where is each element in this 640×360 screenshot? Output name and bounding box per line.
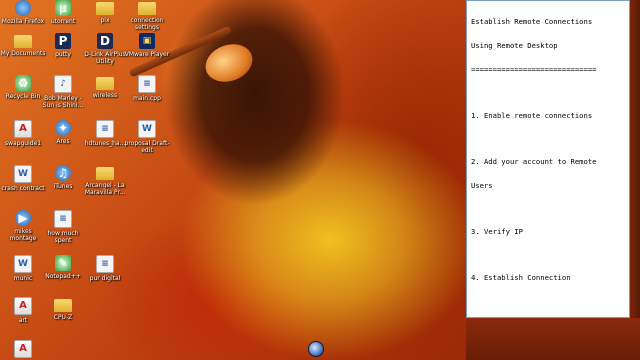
desktop-icon-pdf[interactable]: A: [0, 340, 46, 360]
word-doc-icon: W: [14, 255, 32, 273]
ares-icon: ✦: [55, 120, 71, 136]
desktop-icon-label: D-Link AirPlus Utility: [84, 51, 126, 65]
notepad-line: =============================: [471, 65, 597, 74]
pdf-icon: A: [14, 340, 32, 358]
desktop-icon-label: Arcangel - La Maravilla Pr...: [84, 182, 126, 196]
desktop-icon-ares[interactable]: ✦ Ares: [40, 120, 86, 145]
audio-file-icon: ♪: [54, 75, 72, 93]
notepad-blank-line: [471, 90, 625, 96]
desktop-icon-bob-marley[interactable]: ♪ Bob Marley - Sun is Shini...: [40, 75, 86, 109]
desktop-icon-main-cpp[interactable]: ≡ main.cpp: [124, 75, 170, 102]
desktop-icon-label: how much spent: [47, 230, 79, 244]
folder-icon: [96, 2, 114, 15]
word-doc-icon: W: [14, 165, 32, 183]
word-doc-icon: W: [138, 120, 156, 138]
desktop-icon-label: Ares: [56, 138, 70, 145]
itunes-icon: ♫: [55, 165, 71, 181]
text-file-icon: ≡: [54, 210, 72, 228]
folder-icon: [54, 299, 72, 312]
desktop-icon-vmware-player[interactable]: ▣ VMware Player: [124, 33, 170, 58]
desktop-icon-dlink[interactable]: D D-Link AirPlus Utility: [82, 33, 128, 65]
window-border: [630, 0, 640, 360]
dlink-icon: D: [97, 33, 113, 49]
recycle-bin-icon: ♻: [15, 75, 31, 91]
notepad-line: Establish Remote Connections: [471, 17, 593, 26]
desktop-icon-proposal-draft[interactable]: W proposal Draft-edit: [124, 120, 170, 154]
desktop-icon-putty[interactable]: P putty: [40, 33, 86, 58]
notepad-line: Using Remote Desktop: [471, 41, 558, 50]
desktop-icon-utorrent[interactable]: µ utorrent: [40, 0, 86, 25]
cpp-file-icon: ≡: [138, 75, 156, 93]
pdf-icon: A: [14, 297, 32, 315]
folder-icon: [96, 167, 114, 180]
notepad-line: 1. Enable remote connections: [471, 111, 593, 120]
desktop-bottom-area: [466, 318, 640, 360]
desktop-icon-how-much-spent[interactable]: ≡ how much spent: [40, 210, 86, 244]
desktop-icon-label: Bob Marley - Sun is Shini...: [42, 95, 84, 109]
desktop-icon-label: CPU-Z: [53, 314, 73, 321]
remote-desktop-icon[interactable]: [308, 341, 324, 357]
desktop-icon-label: pur digital: [89, 275, 121, 282]
putty-icon: P: [55, 33, 71, 49]
desktop-icon-connection-settings[interactable]: connection settings: [124, 0, 170, 31]
notepad-blank-line: [471, 206, 625, 212]
notepad-line: 4. Establish Connection: [471, 273, 571, 282]
notepad-line: 2. Add your account to Remote: [471, 157, 597, 166]
notepad-plus-icon: ✎: [55, 255, 71, 271]
desktop-icon-hdtunes[interactable]: ≡ hdtunes_ha...: [82, 120, 128, 147]
firefox-icon: [15, 0, 31, 16]
desktop-icon-pix[interactable]: pix: [82, 0, 128, 24]
desktop-icon-label: proposal Draft-edit: [124, 140, 170, 154]
vmware-icon: ▣: [139, 33, 155, 49]
my-documents-icon: [14, 35, 32, 48]
notepad-line: Users: [471, 181, 493, 190]
desktop-icon-pur-digital[interactable]: ≡ pur digital: [82, 255, 128, 282]
utorrent-icon: µ: [55, 0, 71, 16]
media-file-icon: ▶: [15, 210, 31, 226]
desktop-icon-arcangel[interactable]: Arcangel - La Maravilla Pr...: [82, 165, 128, 196]
desktop-icon-itunes[interactable]: ♫ iTunes: [40, 165, 86, 190]
folder-icon: [96, 77, 114, 90]
desktop-icon-cpu-z[interactable]: CPU-Z: [40, 297, 86, 321]
desktop-icon-label: hdtunes_ha...: [84, 140, 126, 147]
pdf-icon: A: [14, 120, 32, 138]
desktop-icon-label: VMware Player: [124, 51, 170, 58]
desktop-icon-label: pix: [100, 17, 110, 24]
desktop-icon-label: connection settings: [130, 17, 164, 31]
desktop-icon-label: iTunes: [53, 183, 73, 190]
desktop-icon-label: Notepad++: [45, 273, 81, 280]
notepad-blank-line: [471, 252, 625, 258]
desktop-icon-notepad-plus[interactable]: ✎ Notepad++: [40, 255, 86, 280]
desktop-icon-wireless[interactable]: wireless: [82, 75, 128, 99]
notepad-blank-line: [471, 136, 625, 142]
desktop-icon-label: utorrent: [50, 18, 76, 25]
text-file-icon: ≡: [96, 120, 114, 138]
desktop-icon-label: wireless: [92, 92, 118, 99]
notepad-line: 3. Verify IP: [471, 227, 523, 236]
text-file-icon: ≡: [96, 255, 114, 273]
notepad-text-area[interactable]: Establish Remote Connections Using Remot…: [466, 0, 630, 318]
desktop-icon-label: putty: [55, 51, 71, 58]
desktop-icon-label: main.cpp: [133, 95, 161, 102]
folder-icon: [138, 2, 156, 15]
